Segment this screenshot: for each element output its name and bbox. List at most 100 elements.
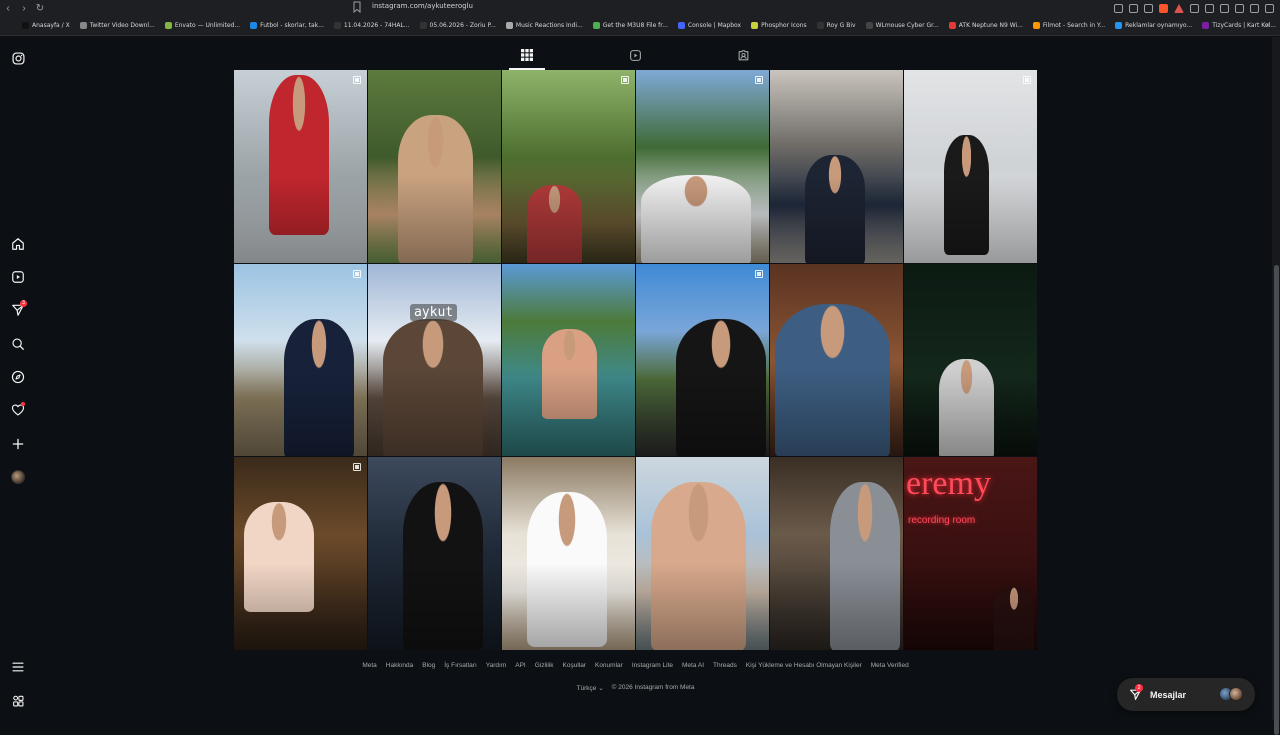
- heart-icon[interactable]: [8, 400, 28, 420]
- bookmark-item[interactable]: Twitter Video Downl...: [79, 22, 155, 29]
- post-thumbnail[interactable]: [234, 457, 367, 650]
- bookmark-label: 05.06.2026 - Zoriu P...: [429, 22, 496, 29]
- post-thumbnail[interactable]: [904, 70, 1037, 263]
- footer-link[interactable]: Meta Verified: [871, 662, 909, 669]
- menu-icon[interactable]: [1265, 3, 1274, 13]
- post-thumbnail[interactable]: [234, 263, 367, 456]
- post-thumbnail[interactable]: [636, 457, 769, 650]
- tab-posts[interactable]: [509, 41, 545, 70]
- address-bar[interactable]: instagram.com/aykuteeroglu: [372, 2, 473, 10]
- back-icon[interactable]: ‹: [0, 0, 16, 16]
- forward-icon[interactable]: ›: [16, 0, 32, 16]
- bookmark-item[interactable]: 05.06.2026 - Zoriu P...: [419, 22, 496, 29]
- bookmark-item[interactable]: Reklamlar oynamıyo...: [1115, 22, 1192, 29]
- rewards-icon[interactable]: [1174, 3, 1184, 13]
- reload-icon[interactable]: ↻: [32, 0, 48, 16]
- carousel-icon: [621, 76, 629, 84]
- photo-text: aykut: [410, 303, 458, 321]
- post-thumbnail[interactable]: [904, 263, 1037, 456]
- search-icon[interactable]: [8, 334, 28, 354]
- profile-avatar[interactable]: [8, 467, 28, 487]
- menu-icon[interactable]: [8, 657, 28, 677]
- footer-link[interactable]: Yardım: [486, 662, 506, 669]
- scrollbar[interactable]: [1272, 37, 1280, 735]
- zoom-icon[interactable]: [1114, 3, 1123, 13]
- bookmark-item[interactable]: Get the M3U8 File fr...: [592, 22, 668, 29]
- bookmark-item[interactable]: Music Reactions Indi...: [505, 22, 583, 29]
- post-thumbnail[interactable]: [234, 70, 367, 263]
- image-shade: [368, 175, 501, 263]
- bookmark-item[interactable]: WLmouse Cyber Gr...: [865, 22, 939, 29]
- bookmark-item[interactable]: ATK Neptune N9 Wi...: [948, 22, 1023, 29]
- bookmark-item[interactable]: 11.04.2026 - 74HAL...: [333, 22, 410, 29]
- bookmark-item[interactable]: Anasayfa / X: [22, 22, 70, 29]
- post-thumbnail[interactable]: [770, 457, 903, 650]
- bookmark-label: 11.04.2026 - 74HAL...: [343, 22, 410, 29]
- image-shade: [368, 369, 501, 456]
- extensions-icon[interactable]: [1190, 3, 1199, 13]
- bookmark-label: Futbol - skorlar, tak...: [260, 22, 324, 29]
- post-thumbnail[interactable]: [502, 263, 635, 456]
- bookmark-item[interactable]: Console | Mapbox: [677, 22, 741, 29]
- footer-link[interactable]: Gizlilik: [535, 662, 554, 669]
- footer-link[interactable]: Threads: [713, 662, 737, 669]
- post-thumbnail[interactable]: [368, 457, 501, 650]
- footer-link[interactable]: Meta AI: [682, 662, 704, 669]
- favicon-icon: [677, 22, 685, 29]
- post-thumbnail[interactable]: eremy recording room: [904, 457, 1037, 650]
- tagged-icon: [738, 50, 748, 61]
- window-icon[interactable]: [1205, 3, 1214, 13]
- send-icon[interactable]: 3: [8, 300, 28, 320]
- footer-link[interactable]: API: [515, 662, 525, 669]
- vpn-icon[interactable]: [1250, 3, 1259, 13]
- footer-link[interactable]: Hakkında: [386, 662, 413, 669]
- language-select[interactable]: Türkçe ⌄: [577, 684, 604, 692]
- tab-reels[interactable]: [617, 41, 653, 70]
- footer-link[interactable]: Kişi Yükleme ve Hesabı Olmayan Kişiler: [746, 662, 862, 669]
- scrollbar-thumb[interactable]: [1274, 265, 1279, 735]
- bookmark-icon[interactable]: [352, 1, 362, 13]
- bookmark-item[interactable]: Phosphor Icons: [751, 22, 807, 29]
- tab-tagged[interactable]: [725, 41, 761, 70]
- post-thumbnail[interactable]: aykut: [368, 263, 501, 456]
- footer-link[interactable]: Instagram Lite: [632, 662, 673, 669]
- post-thumbnail[interactable]: [636, 263, 769, 456]
- carousel-icon: [1023, 76, 1031, 84]
- wallet-icon[interactable]: [1235, 3, 1244, 13]
- post-thumbnail[interactable]: [636, 70, 769, 263]
- bookmarks-bar: Anasayfa / X Twitter Video Downl... Envato…: [0, 16, 1280, 36]
- post-thumbnail[interactable]: [368, 70, 501, 263]
- footer-link[interactable]: Blog: [422, 662, 435, 669]
- share-icon[interactable]: [1144, 3, 1153, 13]
- tab-icon[interactable]: [1129, 3, 1138, 13]
- post-thumbnail[interactable]: [770, 263, 903, 456]
- post-thumbnail[interactable]: [502, 70, 635, 263]
- bookmark-label: Roy G Biv: [826, 22, 856, 29]
- footer-link[interactable]: Meta: [362, 662, 376, 669]
- footer-link[interactable]: Koşullar: [563, 662, 586, 669]
- bookmark-item[interactable]: Filmot - Search in Y...: [1032, 22, 1105, 29]
- messages-button[interactable]: 2 Mesajlar: [1117, 678, 1255, 711]
- instagram-icon[interactable]: [8, 48, 28, 68]
- compass-icon[interactable]: [8, 367, 28, 387]
- sidebar: 3: [0, 37, 36, 720]
- sidebar-icon[interactable]: [1220, 3, 1229, 13]
- post-thumbnail[interactable]: [502, 457, 635, 650]
- favicon-icon: [164, 22, 172, 29]
- footer-link[interactable]: İş Fırsatları: [444, 662, 477, 669]
- also-from-meta-icon[interactable]: [8, 691, 28, 711]
- bookmark-item[interactable]: Roy G Biv: [816, 22, 856, 29]
- bookmark-item[interactable]: Envato — Unlimited...: [164, 22, 240, 29]
- image-shade: [368, 562, 501, 650]
- browser-actions: [1114, 0, 1274, 16]
- image-shade: [770, 369, 903, 456]
- footer-meta: Türkçe ⌄ © 2026 Instagram from Meta: [234, 684, 1037, 692]
- reels-icon[interactable]: [8, 267, 28, 287]
- more-bookmarks-icon[interactable]: »: [1266, 20, 1270, 29]
- bookmark-item[interactable]: Futbol - skorlar, tak...: [250, 22, 324, 29]
- plus-icon[interactable]: [8, 434, 28, 454]
- footer-link[interactable]: Konumlar: [595, 662, 623, 669]
- post-thumbnail[interactable]: [770, 70, 903, 263]
- home-icon[interactable]: [8, 234, 28, 254]
- brave-shield-icon[interactable]: [1159, 3, 1168, 13]
